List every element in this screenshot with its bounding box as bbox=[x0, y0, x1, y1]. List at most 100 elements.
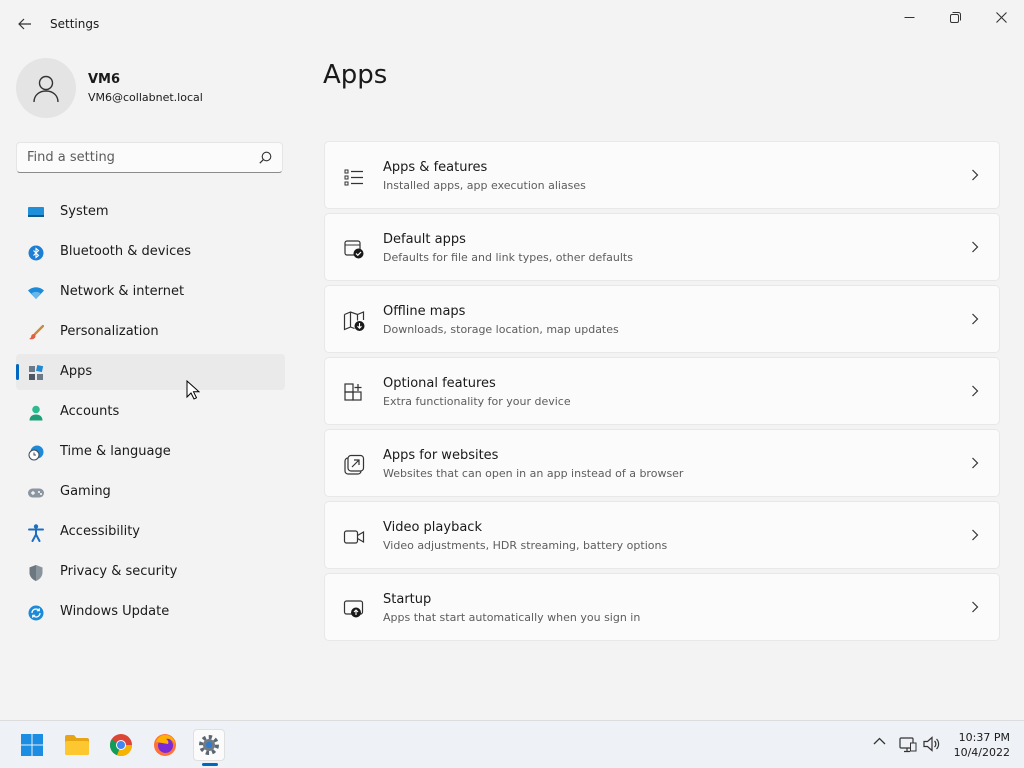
chevron-up-icon[interactable] bbox=[873, 735, 886, 747]
firefox-icon bbox=[154, 734, 176, 756]
sidebar-item-time-language[interactable]: Time & language bbox=[16, 434, 285, 470]
sidebar-item-personalization[interactable]: Personalization bbox=[16, 314, 285, 350]
card-title: Startup bbox=[383, 592, 432, 607]
chevron-right-icon bbox=[972, 457, 979, 469]
card-title: Video playback bbox=[383, 520, 482, 535]
taskbar-file-explorer[interactable] bbox=[61, 729, 93, 761]
start-button[interactable] bbox=[16, 729, 48, 761]
brush-icon bbox=[27, 324, 45, 342]
clock-time: 10:37 PM bbox=[958, 731, 1010, 744]
mouse-cursor-icon bbox=[186, 380, 200, 400]
update-icon bbox=[27, 604, 45, 622]
card-title: Apps for websites bbox=[383, 448, 499, 463]
sidebar-item-label: Gaming bbox=[60, 484, 111, 499]
sidebar-item-label: System bbox=[60, 204, 109, 219]
avatar[interactable] bbox=[16, 58, 76, 118]
card-description: Defaults for file and link types, other … bbox=[383, 251, 633, 264]
user-email: VM6@collabnet.local bbox=[88, 91, 203, 104]
close-button[interactable] bbox=[978, 6, 1024, 28]
card-description: Extra functionality for your device bbox=[383, 395, 571, 408]
chevron-right-icon bbox=[972, 601, 979, 613]
sidebar-item-label: Privacy & security bbox=[60, 564, 178, 579]
sidebar-item-label: Personalization bbox=[60, 324, 159, 339]
open-link-icon bbox=[344, 454, 365, 475]
video-camera-icon bbox=[343, 530, 365, 544]
card-title: Apps & features bbox=[383, 160, 488, 175]
card-description: Downloads, storage location, map updates bbox=[383, 323, 619, 336]
restore-icon bbox=[949, 11, 961, 23]
back-arrow-icon bbox=[18, 18, 31, 30]
chrome-icon bbox=[109, 734, 133, 757]
user-name: VM6 bbox=[88, 72, 121, 87]
chevron-right-icon bbox=[972, 313, 979, 325]
clock-date: 10/4/2022 bbox=[953, 746, 1010, 759]
minimize-button[interactable] bbox=[886, 6, 932, 28]
chevron-right-icon bbox=[972, 241, 979, 253]
card-description: Installed apps, app execution aliases bbox=[383, 179, 586, 192]
card-description: Apps that start automatically when you s… bbox=[383, 611, 641, 624]
taskbar-firefox[interactable] bbox=[149, 729, 181, 761]
sidebar-item-label: Windows Update bbox=[60, 604, 170, 619]
file-explorer-icon bbox=[65, 735, 89, 755]
startup-icon bbox=[343, 600, 364, 618]
person-icon bbox=[33, 75, 59, 103]
add-grid-icon bbox=[344, 383, 362, 401]
apps-icon bbox=[27, 364, 45, 382]
card-description: Video adjustments, HDR streaming, batter… bbox=[383, 539, 668, 552]
default-apps-icon bbox=[344, 240, 364, 259]
sidebar-item-privacy[interactable]: Privacy & security bbox=[16, 554, 285, 590]
card-startup[interactable]: Startup Apps that start automatically wh… bbox=[324, 573, 1000, 641]
page-title: Apps bbox=[323, 60, 388, 90]
window-title: Settings bbox=[50, 17, 100, 31]
sidebar-item-system[interactable]: System bbox=[16, 194, 285, 230]
sidebar-nav: System Bluetooth & devices Network & int… bbox=[16, 194, 285, 634]
accessibility-icon bbox=[27, 524, 45, 542]
title-bar: Settings bbox=[0, 0, 1024, 48]
search-box[interactable] bbox=[16, 142, 283, 173]
card-title: Default apps bbox=[383, 232, 466, 247]
close-icon bbox=[995, 11, 1007, 23]
card-apps-features[interactable]: Apps & features Installed apps, app exec… bbox=[324, 141, 1000, 209]
settings-card-list: Apps & features Installed apps, app exec… bbox=[324, 141, 1000, 645]
sidebar-item-gaming[interactable]: Gaming bbox=[16, 474, 285, 510]
gamepad-icon bbox=[27, 484, 45, 502]
card-optional-features[interactable]: Optional features Extra functionality fo… bbox=[324, 357, 1000, 425]
chevron-right-icon bbox=[972, 529, 979, 541]
card-default-apps[interactable]: Default apps Defaults for file and link … bbox=[324, 213, 1000, 281]
taskbar-settings[interactable] bbox=[193, 729, 225, 761]
sidebar-item-label: Apps bbox=[60, 364, 93, 379]
sidebar-item-label: Time & language bbox=[60, 444, 171, 459]
minimize-icon bbox=[904, 16, 914, 18]
person-icon bbox=[27, 404, 45, 422]
card-apps-for-websites[interactable]: Apps for websites Websites that can open… bbox=[324, 429, 1000, 497]
wifi-icon bbox=[27, 284, 45, 302]
network-monitor-icon[interactable] bbox=[899, 737, 917, 753]
restore-button[interactable] bbox=[932, 6, 978, 28]
sidebar-item-bluetooth[interactable]: Bluetooth & devices bbox=[16, 234, 285, 270]
search-icon[interactable] bbox=[259, 151, 272, 164]
sidebar-item-label: Accessibility bbox=[60, 524, 140, 539]
settings-icon bbox=[199, 735, 219, 755]
system-clock[interactable]: 10:37 PM 10/4/2022 bbox=[954, 730, 1010, 760]
sidebar-item-accessibility[interactable]: Accessibility bbox=[16, 514, 285, 550]
card-title: Optional features bbox=[383, 376, 496, 391]
bluetooth-icon bbox=[27, 244, 45, 262]
taskbar: 10:37 PM 10/4/2022 bbox=[0, 720, 1024, 768]
sidebar-item-label: Network & internet bbox=[60, 284, 185, 299]
sidebar-item-windows-update[interactable]: Windows Update bbox=[16, 594, 285, 630]
chevron-right-icon bbox=[972, 385, 979, 397]
sidebar-item-apps[interactable]: Apps bbox=[16, 354, 285, 390]
clock-globe-icon bbox=[27, 444, 45, 462]
back-button[interactable] bbox=[14, 14, 36, 34]
card-description: Websites that can open in an app instead… bbox=[383, 467, 684, 480]
card-offline-maps[interactable]: Offline maps Downloads, storage location… bbox=[324, 285, 1000, 353]
start-icon bbox=[21, 734, 43, 756]
taskbar-chrome[interactable] bbox=[105, 729, 137, 761]
card-video-playback[interactable]: Video playback Video adjustments, HDR st… bbox=[324, 501, 1000, 569]
map-download-icon bbox=[343, 311, 365, 331]
sidebar-item-network[interactable]: Network & internet bbox=[16, 274, 285, 310]
volume-icon[interactable] bbox=[923, 736, 941, 752]
sidebar-item-label: Bluetooth & devices bbox=[60, 244, 191, 259]
search-input[interactable] bbox=[17, 143, 247, 172]
sidebar-item-accounts[interactable]: Accounts bbox=[16, 394, 285, 430]
